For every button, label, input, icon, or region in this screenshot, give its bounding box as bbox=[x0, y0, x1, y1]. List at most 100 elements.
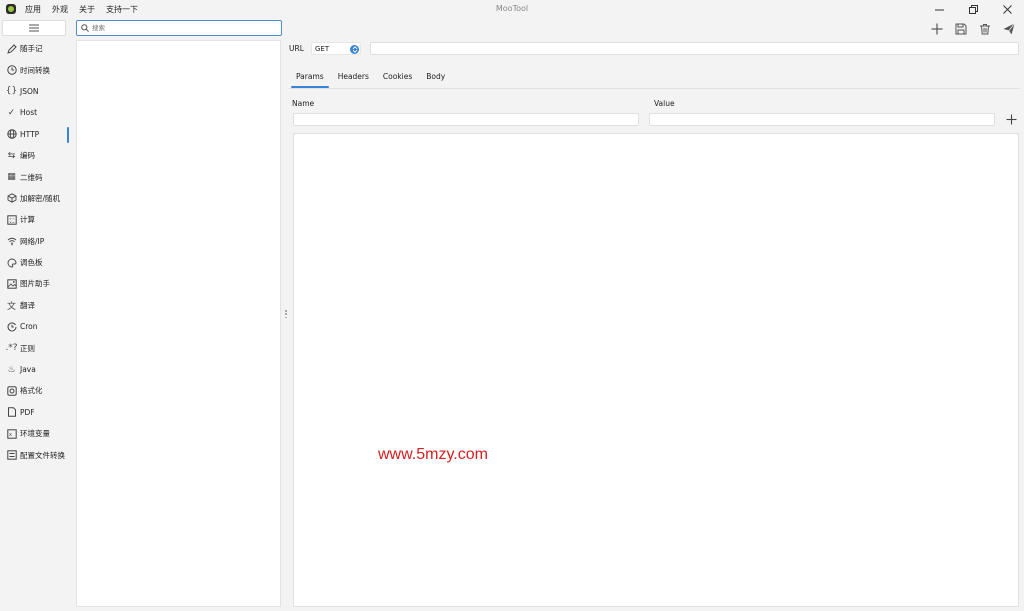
braces-icon: {} bbox=[5, 86, 18, 97]
check-icon: ✓ bbox=[7, 107, 16, 118]
minimize-icon bbox=[934, 9, 944, 10]
menu-item-app[interactable]: 应用 bbox=[25, 4, 41, 15]
sidebar-item-encoding[interactable]: ⇆ 编码 bbox=[0, 145, 70, 166]
sidebar-item-env[interactable]: x 环境变量 bbox=[0, 423, 70, 444]
method-select[interactable]: GET bbox=[311, 42, 361, 55]
sidebar-item-label: 二维码 bbox=[20, 172, 43, 182]
window-title: MooTool bbox=[495, 4, 529, 13]
request-list[interactable] bbox=[76, 40, 281, 607]
params-table[interactable] bbox=[293, 133, 1019, 607]
menu-item-support[interactable]: 支持一下 bbox=[106, 4, 138, 15]
window-controls bbox=[922, 0, 1024, 18]
sidebar-item-label: 时间转换 bbox=[20, 65, 50, 75]
sidebar-item-cron[interactable]: Cron bbox=[0, 316, 70, 337]
plus-icon bbox=[1006, 114, 1016, 124]
sidebar-item-translate[interactable]: 文 翻译 bbox=[0, 295, 70, 316]
tab-params[interactable]: Params bbox=[289, 68, 331, 88]
tabs-divider bbox=[289, 88, 1020, 89]
sidebar-item-json[interactable]: {} JSON bbox=[0, 81, 70, 102]
sidebar-item-label: 加解密/随机 bbox=[20, 193, 61, 203]
sidebar-item-label: Cron bbox=[20, 322, 38, 332]
search-input[interactable] bbox=[92, 24, 272, 32]
sidebar-item-label: 图片助手 bbox=[20, 279, 50, 289]
url-input[interactable] bbox=[370, 42, 1019, 55]
sidebar-item-label: Host bbox=[20, 108, 38, 118]
send-icon bbox=[1003, 22, 1015, 34]
sidebar-item-calc[interactable]: +− ×= 计算 bbox=[0, 209, 70, 230]
trash-icon bbox=[980, 23, 990, 34]
sidebar-item-crypto[interactable]: 加解密/随机 bbox=[0, 188, 70, 209]
qrcode-icon: ▦ bbox=[7, 172, 16, 183]
sidebar-item-label: 编码 bbox=[20, 151, 35, 161]
panel-splitter-handle[interactable] bbox=[284, 310, 287, 318]
cube-icon bbox=[6, 193, 17, 204]
send-button[interactable] bbox=[1000, 20, 1018, 37]
chevron-updown-icon bbox=[350, 44, 359, 54]
app-logo-icon bbox=[6, 4, 16, 14]
sidebar-item-http[interactable]: HTTP bbox=[0, 124, 70, 145]
sidebar-item-label: 环境变量 bbox=[20, 429, 50, 439]
sidebar-item-qrcode[interactable]: ▦ 二维码 bbox=[0, 166, 70, 187]
arrows-icon: ⇆ bbox=[7, 150, 16, 161]
param-name-input[interactable] bbox=[293, 113, 639, 126]
sidebar-item-config[interactable]: 配置文件转换 bbox=[0, 444, 70, 465]
sidebar-item-label: JSON bbox=[20, 86, 39, 96]
wifi-icon bbox=[6, 236, 17, 247]
sidebar-item-notes[interactable]: 随手记 bbox=[0, 38, 70, 59]
tab-headers[interactable]: Headers bbox=[331, 68, 376, 88]
minimize-button[interactable] bbox=[922, 0, 956, 18]
sidebar-item-label: 随手记 bbox=[20, 44, 43, 54]
tab-cookies[interactable]: Cookies bbox=[376, 68, 419, 88]
sidebar-item-regex[interactable]: .*? 正则 bbox=[0, 337, 70, 358]
sidebar-toggle-button[interactable] bbox=[2, 20, 66, 36]
close-button[interactable] bbox=[990, 0, 1024, 18]
pen-icon bbox=[6, 43, 17, 54]
config-icon bbox=[6, 450, 17, 461]
menu-item-about[interactable]: 关于 bbox=[79, 4, 95, 15]
menu-item-appearance[interactable]: 外观 bbox=[52, 4, 68, 15]
sidebar-item-label: Java bbox=[20, 365, 36, 375]
sidebar: 随手记 时间转换 {} JSON ✓ Host HTTP ⇆ 编码 ▦ 二维码 … bbox=[0, 18, 70, 611]
restore-button[interactable] bbox=[956, 0, 990, 18]
title-bar: 应用 外观 关于 支持一下 MooTool bbox=[0, 0, 1024, 18]
request-tabs: Params Headers Cookies Body bbox=[289, 68, 452, 88]
sidebar-item-label: 网络/IP bbox=[20, 236, 45, 246]
sidebar-item-palette[interactable]: 调色板 bbox=[0, 252, 70, 273]
palette-icon bbox=[6, 257, 17, 268]
sidebar-item-label: 翻译 bbox=[20, 300, 35, 310]
svg-text:×=: ×= bbox=[9, 220, 15, 224]
image-icon bbox=[6, 278, 17, 289]
method-value: GET bbox=[315, 44, 330, 53]
close-icon bbox=[1002, 4, 1012, 14]
restore-icon bbox=[968, 4, 978, 14]
svg-text:x: x bbox=[9, 432, 12, 438]
sidebar-item-image[interactable]: 图片助手 bbox=[0, 273, 70, 294]
sidebar-item-label: PDF bbox=[20, 407, 35, 417]
sidebar-item-java[interactable]: ♨ Java bbox=[0, 359, 70, 380]
value-column-header: Value bbox=[654, 99, 675, 108]
sidebar-nav: 随手记 时间转换 {} JSON ✓ Host HTTP ⇆ 编码 ▦ 二维码 … bbox=[0, 38, 70, 466]
sidebar-item-label: 正则 bbox=[20, 343, 35, 353]
env-icon: x bbox=[6, 428, 17, 439]
hamburger-icon bbox=[29, 24, 39, 32]
save-icon bbox=[955, 23, 967, 34]
watermark-text: www.5mzy.com bbox=[378, 446, 488, 463]
sidebar-item-pdf[interactable]: PDF bbox=[0, 402, 70, 423]
new-request-button[interactable] bbox=[928, 20, 946, 37]
globe-icon bbox=[6, 129, 17, 140]
param-value-input[interactable] bbox=[649, 113, 995, 126]
sidebar-item-time[interactable]: 时间转换 bbox=[0, 59, 70, 80]
tab-body[interactable]: Body bbox=[419, 68, 452, 88]
add-param-button[interactable] bbox=[1004, 112, 1018, 126]
pdf-icon bbox=[6, 407, 17, 418]
sidebar-item-host[interactable]: ✓ Host bbox=[0, 102, 70, 123]
sidebar-item-label: 计算 bbox=[20, 215, 35, 225]
delete-button[interactable] bbox=[976, 20, 994, 37]
name-column-header: Name bbox=[292, 99, 315, 108]
translate-icon: 文 bbox=[6, 301, 16, 312]
sidebar-item-network[interactable]: 网络/IP bbox=[0, 231, 70, 252]
save-button[interactable] bbox=[952, 20, 970, 37]
sidebar-item-format[interactable]: 格式化 bbox=[0, 380, 70, 401]
format-icon bbox=[6, 385, 17, 396]
calculator-icon: +− ×= bbox=[6, 214, 17, 225]
